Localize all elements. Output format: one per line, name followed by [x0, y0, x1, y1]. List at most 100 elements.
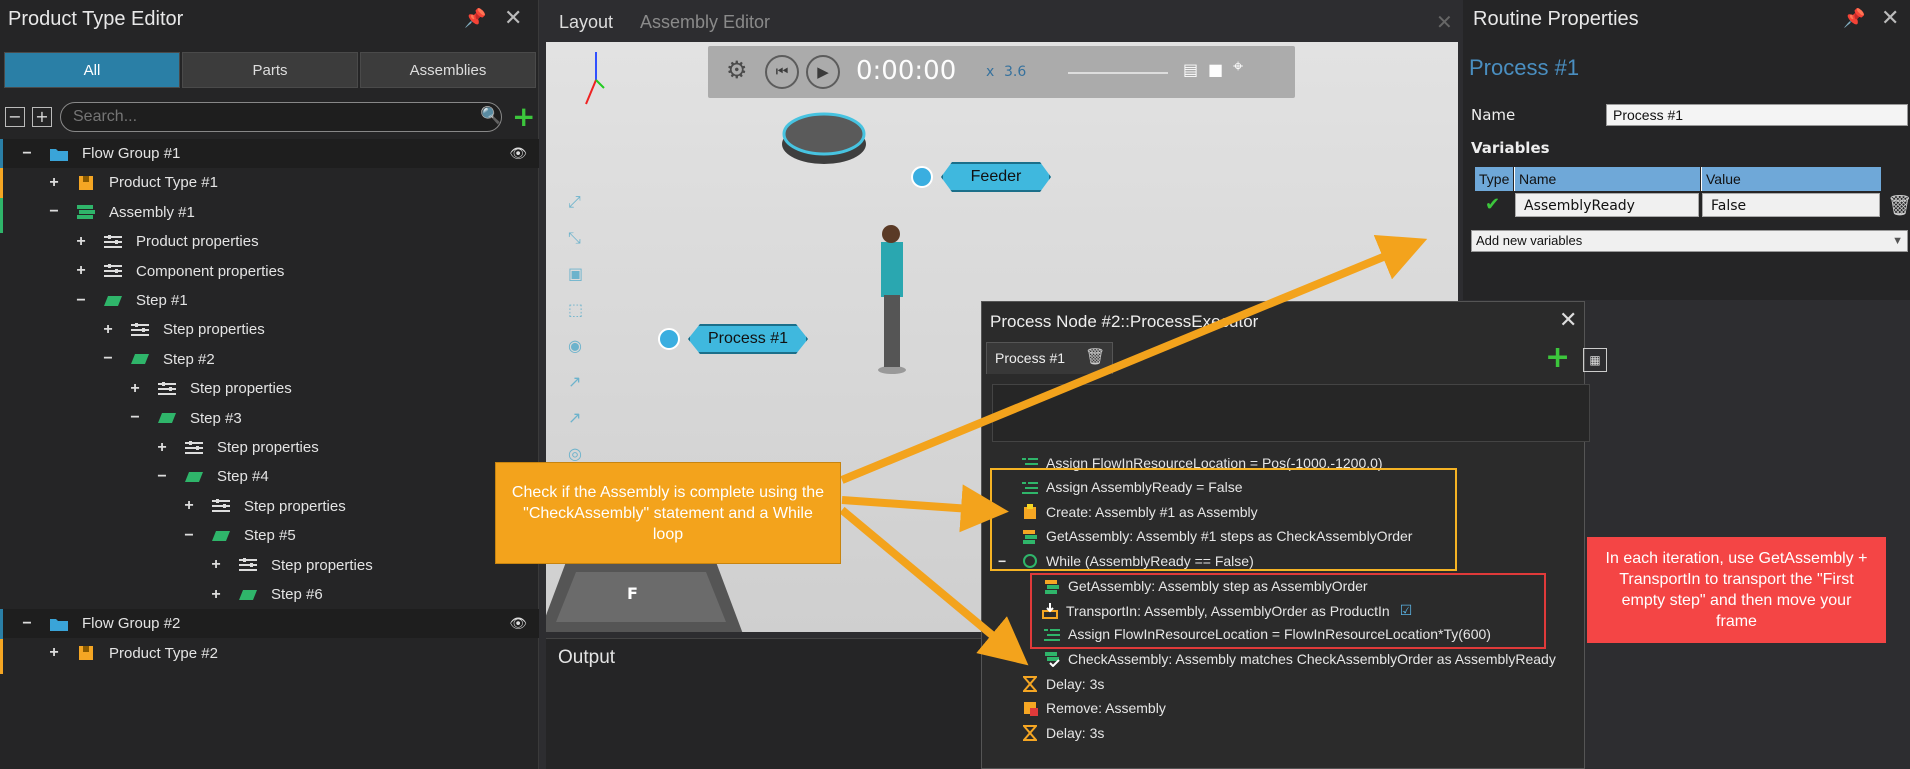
collapse-toggle[interactable]: − [74, 292, 88, 310]
highlight-box-red [1030, 573, 1546, 649]
tree-item[interactable]: − Flow Group #2 👁 [0, 609, 539, 645]
tree-item[interactable]: − Step #2 [0, 345, 539, 374]
tree-item[interactable]: + Step properties [0, 433, 539, 462]
product-icon [75, 174, 97, 192]
pin-icon[interactable]: 📌 [1843, 8, 1865, 29]
tree-item[interactable]: − Step #3 [0, 404, 539, 433]
output-title: Output [558, 647, 616, 668]
tab-parts[interactable]: Parts [182, 52, 358, 88]
delay-icon [1022, 676, 1038, 692]
expand-toggle[interactable]: + [182, 497, 196, 515]
expand-all-button[interactable]: + [32, 107, 52, 127]
collapse-toggle[interactable]: − [47, 203, 61, 221]
tab-assembly-editor[interactable]: Assembly Editor [632, 12, 770, 33]
add-icon[interactable]: + [1545, 340, 1570, 375]
collapse-all-button[interactable]: − [5, 107, 25, 127]
variable-name-cell[interactable]: AssemblyReady [1515, 193, 1699, 217]
variable-value-cell[interactable]: False [1702, 193, 1880, 217]
simulation-toolbar: ⚙ ⏮ ▶ 0:00:00 x 3.6 ▤ ■ ⌖ [708, 46, 1295, 98]
tree-item[interactable]: + Product Type #2 [0, 638, 539, 674]
eye-icon[interactable]: 👁 [509, 615, 527, 632]
check-icon [1044, 651, 1060, 667]
collapse-toggle[interactable]: − [20, 145, 34, 163]
highlight-box-yellow [990, 468, 1457, 571]
expand-toggle[interactable]: + [155, 439, 169, 457]
statement-row[interactable]: Delay: 3s [1022, 676, 1104, 692]
tree-item[interactable]: + Component properties [0, 257, 539, 286]
expand-toggle[interactable]: + [209, 586, 223, 604]
statement-row[interactable]: Delay: 3s [1022, 725, 1104, 741]
name-field[interactable] [1606, 104, 1908, 126]
tab-label: Process #1 [995, 350, 1066, 366]
tree-item-label: Step properties [163, 321, 265, 339]
tree-item[interactable]: − Step #4 [0, 462, 539, 491]
reset-icon[interactable]: ⏮ [765, 55, 799, 89]
tab-all[interactable]: All [4, 52, 180, 88]
trash-icon[interactable]: 🗑 [1085, 347, 1105, 366]
trash-icon[interactable]: 🗑 [1887, 193, 1910, 217]
tab-assemblies[interactable]: Assemblies [360, 52, 536, 88]
expand-toggle[interactable]: + [74, 233, 88, 251]
statement-row[interactable]: Remove: Assembly [1022, 700, 1166, 716]
collapse-toggle[interactable]: − [182, 527, 196, 545]
viewport-side-toolbar[interactable]: ⤢ ⤡ ▣ ⬚ ◉ ↗ ↗ ◎ [568, 184, 583, 472]
antenna-icon[interactable]: ⌖ [1233, 56, 1243, 77]
expand-toggle[interactable]: + [128, 380, 142, 398]
close-icon[interactable]: ✕ [1881, 6, 1899, 31]
tree-item[interactable]: + Product properties [0, 227, 539, 256]
expand-toggle[interactable]: + [74, 262, 88, 280]
panel-title: Product Type Editor [8, 8, 184, 30]
pin-icon[interactable]: 📌 [464, 8, 486, 29]
search-icon[interactable]: 🔍 [480, 106, 501, 126]
props-icon [129, 321, 151, 339]
eye-icon[interactable]: 👁 [509, 145, 527, 162]
tree-item[interactable]: + Step properties [0, 374, 539, 403]
close-icon[interactable]: ✕ [1436, 10, 1453, 34]
tree-item[interactable]: + Step #6 [0, 580, 539, 609]
tree-item[interactable]: + Step properties [0, 315, 539, 344]
gear-icon[interactable]: ⚙ [726, 56, 748, 84]
callout-iteration: In each iteration, use GetAssembly + Tra… [1587, 537, 1886, 643]
expand-toggle[interactable]: + [101, 321, 115, 339]
props-icon [102, 262, 124, 280]
statement-row[interactable]: CheckAssembly: Assembly matches CheckAss… [1044, 651, 1556, 667]
tree-item-label: Step properties [190, 380, 292, 398]
tree-item[interactable]: − Step #5 [0, 521, 539, 550]
expand-toggle[interactable]: + [209, 556, 223, 574]
add-icon[interactable]: + [512, 100, 535, 133]
tree-item-label: Product Type #2 [109, 644, 218, 662]
floor-label: F [627, 584, 638, 603]
play-icon[interactable]: ▶ [806, 55, 840, 89]
collapse-toggle[interactable]: − [101, 350, 115, 368]
collapse-toggle[interactable]: − [128, 409, 142, 427]
process-node-dot[interactable] [658, 328, 680, 350]
tab-layout[interactable]: Layout [559, 12, 613, 33]
tree-item[interactable]: + Step properties [0, 492, 539, 521]
process-label[interactable]: Process #1 [688, 324, 808, 354]
expand-toggle[interactable]: + [47, 174, 61, 192]
item-color-bar [0, 638, 3, 674]
search-input[interactable] [60, 102, 502, 132]
tree-item[interactable]: − Assembly #1 [0, 197, 539, 233]
close-icon[interactable]: ✕ [1559, 308, 1577, 333]
camera-icon[interactable]: ■ [1208, 60, 1223, 79]
tree-item[interactable]: + Step properties [0, 551, 539, 580]
tree-item[interactable]: + Product Type #1 [0, 168, 539, 204]
close-icon[interactable]: ✕ [504, 6, 522, 31]
collapse-toggle[interactable]: − [155, 468, 169, 486]
pdf-icon[interactable]: ▤ [1183, 60, 1198, 79]
tree-item[interactable]: − Flow Group #1 👁 [0, 139, 539, 174]
tree-item-label: Component properties [136, 262, 285, 280]
product-icon [75, 644, 97, 662]
feeder-node[interactable] [911, 166, 933, 188]
speed-slider[interactable] [1068, 72, 1168, 74]
grid-icon[interactable]: ▦ [1583, 348, 1607, 372]
collapse-toggle[interactable]: − [20, 615, 34, 633]
statement-toolbar [992, 384, 1590, 442]
tab-process[interactable]: Process #1 🗑 [986, 342, 1113, 374]
expand-toggle[interactable]: + [47, 644, 61, 662]
add-variables-dropdown[interactable]: Add new variables ▼ [1471, 230, 1908, 252]
tree-item[interactable]: − Step #1 [0, 286, 539, 315]
tree-item-label: Step #2 [163, 350, 215, 368]
feeder-label[interactable]: Feeder [941, 162, 1051, 192]
